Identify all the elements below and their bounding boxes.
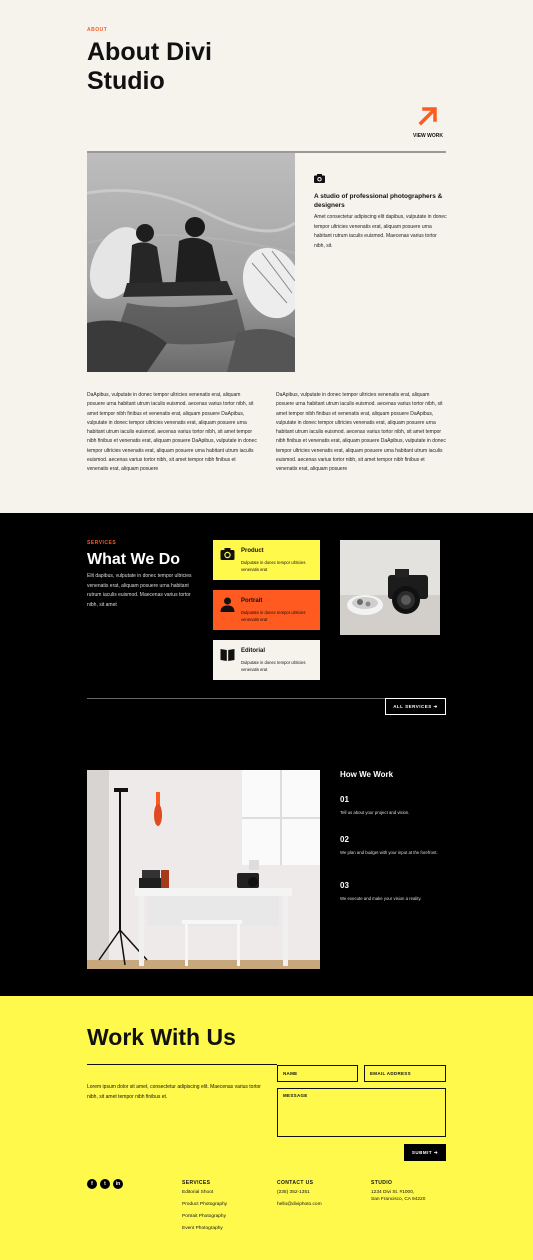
service-card-title: Product (241, 548, 264, 554)
submit-button[interactable]: SUBMIT ➔ (404, 1144, 446, 1161)
page-title-line2: Studio (87, 67, 165, 95)
name-field[interactable] (277, 1065, 358, 1082)
linkedin-icon[interactable]: in (113, 1179, 123, 1189)
footer-link-event[interactable]: Event Photography (182, 1225, 223, 1232)
service-card-product[interactable]: Product Dulputate in donec tempor ultric… (213, 540, 320, 580)
footer-email[interactable]: hello@diviphoto.com (277, 1201, 322, 1208)
studio-description: Amet consectetur adipiscing elit dapibus… (314, 214, 447, 249)
camera-icon (220, 547, 235, 562)
contact-title: Work With Us (87, 1024, 236, 1050)
footer-address-line2: San Francisco, CA 94220 (371, 1197, 426, 1202)
book-icon (220, 647, 235, 662)
footer-studio-heading: STUDIO (371, 1180, 393, 1186)
page-title: About Divi Studio (87, 38, 212, 96)
service-card-desc: Dulputate in donec tempor ultricies vene… (241, 660, 306, 672)
message-field[interactable] (277, 1088, 446, 1137)
about-column-1: DaApibus, vulputate in donec tempor ultr… (87, 392, 257, 473)
service-card-desc: Dulputate in donec tempor ultricies vene… (241, 560, 306, 572)
camera-icon (314, 170, 325, 183)
services-description: Elit dapibus, vulputate in donec tempor … (87, 573, 192, 608)
step-text: Tell us about your project and vision. (340, 810, 410, 815)
services-eyebrow: SERVICES (87, 540, 117, 546)
about-section: ABOUT About Divi Studio VIEW WORK A stud… (0, 0, 533, 513)
divider (87, 698, 386, 699)
about-column-2: DaApibus, vulputate in donec tempor ultr… (276, 392, 446, 473)
how-we-work-title: How We Work (340, 770, 394, 779)
view-work-link[interactable]: VIEW WORK (413, 133, 443, 140)
footer-address-line1: 1234 Divi St. #1000, (371, 1190, 415, 1195)
footer-link-product[interactable]: Product Photography (182, 1201, 227, 1208)
camera-photo (340, 540, 440, 635)
step-number: 02 (340, 835, 349, 844)
page-title-line1: About Divi (87, 38, 212, 66)
footer-link-editorial[interactable]: Editorial Shoot (182, 1189, 213, 1196)
person-icon (220, 597, 235, 612)
footer-services-heading: SERVICES (182, 1180, 211, 1186)
email-field[interactable] (364, 1065, 446, 1082)
all-services-button[interactable]: ALL SERVICES ➔ (385, 698, 446, 715)
service-card-desc: Dulputate in donec tempor ultricies vene… (241, 610, 306, 622)
service-card-title: Portrait (241, 598, 263, 604)
view-work-arrow-icon[interactable] (416, 104, 440, 128)
service-card-editorial[interactable]: Editorial Dulputate in donec tempor ultr… (213, 640, 320, 680)
studio-heading: A studio of professional photographers &… (314, 193, 443, 209)
step-text: We execute and make your vision a realit… (340, 896, 422, 901)
about-eyebrow: ABOUT (87, 27, 108, 33)
services-section: SERVICES What We Do Elit dapibus, vulput… (0, 513, 533, 996)
footer-phone[interactable]: (235) 352-1351 (277, 1189, 310, 1196)
studio-desk-photo (87, 770, 320, 969)
service-card-title: Editorial (241, 648, 266, 654)
twitter-icon[interactable]: t (100, 1179, 110, 1189)
step-number: 01 (340, 795, 349, 804)
step-text: We plan and budget with your input at th… (340, 850, 438, 855)
facebook-icon[interactable]: f (87, 1179, 97, 1189)
service-card-portrait[interactable]: Portrait Dulputate in donec tempor ultri… (213, 590, 320, 630)
surfers-photo (87, 153, 295, 372)
contact-description: Lorem ipsum dolor sit amet, consectetur … (87, 1084, 261, 1100)
step-number: 03 (340, 881, 349, 890)
divider (87, 1064, 277, 1065)
services-title: What We Do (87, 551, 181, 568)
contact-section: Work With Us Lorem ipsum dolor sit amet,… (0, 996, 533, 1260)
footer-link-portrait[interactable]: Portrait Photography (182, 1213, 226, 1220)
footer-contact-heading: CONTACT US (277, 1180, 314, 1186)
